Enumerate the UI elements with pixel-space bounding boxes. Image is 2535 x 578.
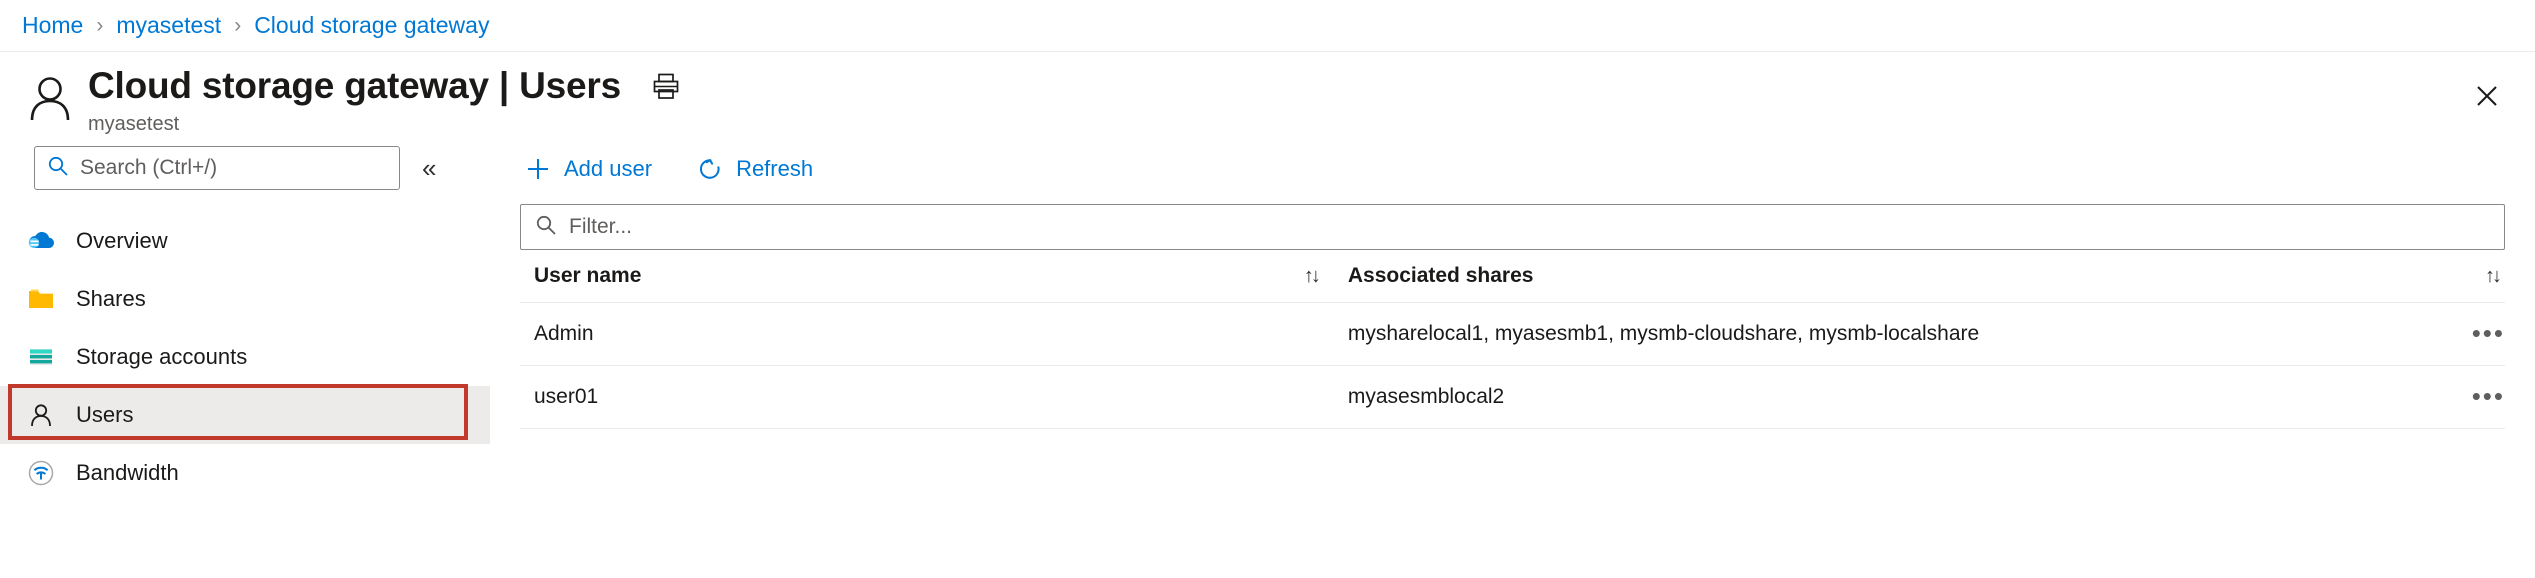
sidebar-item-shares[interactable]: Shares	[0, 270, 490, 328]
row-context-menu-icon[interactable]: •••	[2472, 318, 2505, 348]
sidebar-item-label: Shares	[76, 286, 146, 311]
cell-associated-shares: mysharelocal1, myasesmb1, mysmb-cloudsha…	[1333, 302, 2367, 366]
column-header-actions: ↑↓	[2366, 264, 2505, 303]
page-title: Cloud storage gateway | Users	[88, 65, 621, 106]
user-icon	[26, 400, 56, 430]
page-subtitle: myasetest	[88, 113, 180, 135]
page-header: Cloud storage gateway | Users myasetest	[0, 52, 2535, 135]
breadcrumb-item-myasetest[interactable]: myasetest	[116, 12, 221, 39]
search-icon	[535, 214, 557, 241]
filter-input[interactable]: Filter...	[520, 204, 2505, 250]
printer-icon[interactable]	[649, 69, 683, 103]
sidebar-item-label: Bandwidth	[76, 460, 179, 485]
sidebar-item-users[interactable]: Users	[0, 386, 490, 444]
cell-actions: •••	[2366, 302, 2505, 366]
column-header-label: User name	[534, 264, 642, 287]
collapse-sidebar-button[interactable]: «	[422, 155, 436, 181]
table-header-row: User name ↑↓ Associated shares ↑↓	[520, 264, 2505, 303]
main-panel: Add user Refresh Filter... User name ↑↓ …	[490, 134, 2535, 578]
breadcrumb-item-cloud-storage-gateway[interactable]: Cloud storage gateway	[254, 12, 489, 39]
breadcrumb: Home › myasetest › Cloud storage gateway	[0, 0, 2535, 52]
page-content: Search (Ctrl+/) « Overview Shares Storag…	[0, 134, 2535, 578]
sidebar-item-label: Users	[76, 402, 134, 427]
sidebar-item-overview[interactable]: Overview	[0, 212, 490, 270]
filter-placeholder: Filter...	[569, 215, 633, 238]
cloud-icon	[26, 226, 56, 256]
sidebar-item-label: Storage accounts	[76, 344, 248, 369]
breadcrumb-item-home[interactable]: Home	[22, 12, 83, 39]
close-icon[interactable]	[2469, 78, 2505, 114]
users-table: User name ↑↓ Associated shares ↑↓ Admin …	[520, 264, 2505, 429]
sidebar-search-row: Search (Ctrl+/) «	[0, 146, 490, 190]
add-user-button[interactable]: Add user	[520, 146, 656, 192]
sidebar-nav: Overview Shares Storage accounts Users B…	[0, 212, 490, 502]
cell-associated-shares: myasesmblocal2	[1333, 365, 2367, 429]
column-header-label: Associated shares	[1347, 264, 1534, 287]
storage-account-icon	[26, 342, 56, 372]
folder-icon	[26, 284, 56, 314]
table-row[interactable]: Admin mysharelocal1, myasesmb1, mysmb-cl…	[520, 302, 2505, 366]
refresh-icon	[696, 155, 724, 183]
sidebar-item-bandwidth[interactable]: Bandwidth	[0, 444, 490, 502]
table-row[interactable]: user01 myasesmblocal2 •••	[520, 365, 2505, 429]
breadcrumb-separator: ›	[96, 13, 104, 37]
sort-updown-icon[interactable]: ↑↓	[1304, 265, 1321, 288]
sidebar-item-storage-accounts[interactable]: Storage accounts	[0, 328, 490, 386]
search-placeholder: Search (Ctrl+/)	[80, 156, 218, 179]
search-icon	[47, 155, 69, 182]
add-user-label: Add user	[564, 156, 653, 181]
cell-user-name: user01	[520, 365, 1334, 429]
refresh-button[interactable]: Refresh	[692, 146, 817, 192]
command-bar: Add user Refresh	[520, 146, 2505, 192]
refresh-label: Refresh	[736, 156, 814, 181]
breadcrumb-separator: ›	[234, 13, 242, 37]
sort-updown-icon[interactable]: ↑↓	[2485, 265, 2502, 288]
user-outline-icon	[22, 70, 78, 126]
sidebar-item-label: Overview	[76, 228, 168, 253]
bandwidth-icon	[26, 458, 56, 488]
column-header-user-name[interactable]: User name ↑↓	[520, 264, 1334, 303]
cell-user-name: Admin	[520, 302, 1334, 366]
cell-actions: •••	[2366, 365, 2505, 429]
search-input[interactable]: Search (Ctrl+/)	[34, 146, 400, 190]
column-header-associated-shares[interactable]: Associated shares	[1333, 264, 2367, 303]
sidebar: Search (Ctrl+/) « Overview Shares Storag…	[0, 134, 490, 578]
plus-icon	[524, 155, 552, 183]
row-context-menu-icon[interactable]: •••	[2472, 381, 2505, 411]
